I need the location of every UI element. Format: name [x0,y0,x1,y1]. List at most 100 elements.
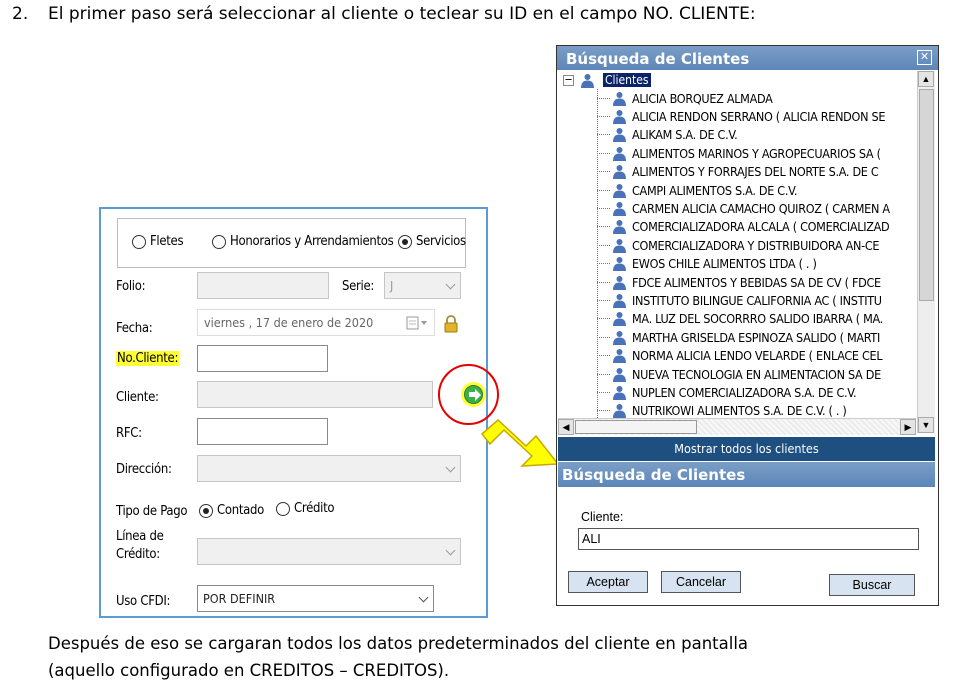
client-tree-item[interactable]: NUEVA TECNOLOGIA EN ALIMENTACION SA DE [597,365,881,383]
client-tree-item[interactable]: INSTITUTO BILINGUE CALIFORNIA AC ( INSTI… [597,291,882,309]
person-icon [613,183,626,198]
client-name: INSTITUTO BILINGUE CALIFORNIA AC ( INSTI… [632,293,882,309]
tree-root[interactable]: − Clientes [562,71,651,89]
collapse-icon[interactable]: − [563,74,574,86]
client-tree-item[interactable]: COMERCIALIZADORA ALCALA ( COMERCIALIZAD [597,218,890,236]
radio-honorarios-label: Honorarios y Arrendamientos [230,234,394,249]
serie-value: J [390,278,394,293]
scroll-thumb[interactable] [919,89,934,301]
client-tree-item[interactable]: ALIMENTOS MARINOS Y AGROPECUARIOS SA ( [597,144,881,162]
show-all-clients-button[interactable]: Mostrar todos los clientes [558,437,935,461]
cliente-field[interactable] [197,381,433,408]
client-name: FDCE ALIMENTOS Y BEBIDAS SA DE CV ( FDCE [632,274,881,290]
tree-connector-h [597,244,610,246]
no-cliente-field[interactable] [197,345,328,372]
accept-button[interactable]: Aceptar [568,571,648,593]
client-name: CARMEN ALICIA CAMACHO QUIROZ ( CARMEN A [632,201,890,217]
lock-icon [444,315,458,333]
radio-servicios[interactable]: Servicios [398,234,466,249]
folio-field[interactable] [197,272,329,299]
client-name: ALICIA BORQUEZ ALMADA [632,90,773,106]
client-name: ALICIA RENDON SERRANO ( ALICIA RENDON SE [632,109,886,125]
client-tree-item[interactable]: FDCE ALIMENTOS Y BEBIDAS SA DE CV ( FDCE [597,273,881,291]
tree-connector-h [597,226,610,228]
tree-connector-h [597,318,610,320]
tree-connector-h [597,171,610,173]
person-icon [613,367,626,382]
client-tree-item[interactable]: ALICIA BORQUEZ ALMADA [597,89,773,107]
linea-credito-label-1: Línea de [116,529,164,544]
client-name: ALIMENTOS Y FORRAJES DEL NORTE S.A. DE C [632,164,879,180]
rfc-field[interactable] [197,418,328,445]
radio-honorarios-circle[interactable] [212,234,226,249]
fecha-picker[interactable]: viernes , 17 de enero de 2020 [197,309,435,336]
horizontal-scrollbar[interactable]: ◀ ▶ [558,418,916,435]
person-icon [613,165,626,180]
person-icon [613,128,626,143]
linea-credito-select[interactable] [197,538,461,565]
radio-contado[interactable]: Contado [199,503,264,518]
no-cliente-label: No.Cliente: [116,351,180,366]
tree-connector-h [597,97,610,99]
client-tree-item[interactable]: EWOS CHILE ALIMENTOS LTDA ( . ) [597,255,817,273]
chevron-down-icon [445,545,456,556]
chevron-down-icon [445,462,456,473]
search-button[interactable]: Buscar [829,574,915,596]
serie-label: Serie: [342,279,375,294]
radio-contado-circle[interactable] [199,503,213,518]
scroll-up-icon[interactable]: ▲ [918,71,934,87]
after-text-line-1: Después de eso se cargaran todos los dat… [48,634,749,653]
client-search-dialog: Búsqueda de Clientes ✕ − Clientes ALICIA… [556,45,939,606]
calendar-icon[interactable] [406,316,428,330]
after-text-line-2: (aquello configurado en CREDITOS – CREDI… [48,661,450,680]
cancel-button[interactable]: Cancelar [661,571,741,593]
linea-credito-label-2: Crédito: [116,547,160,562]
tree-connector-h [597,410,610,412]
client-name: COMERCIALIZADORA ALCALA ( COMERCIALIZAD [632,219,890,235]
radio-honorarios[interactable]: Honorarios y Arrendamientos [212,234,394,249]
tree-connector-h [597,263,610,265]
scroll-right-icon[interactable]: ▶ [900,419,916,435]
scroll-left-icon[interactable]: ◀ [558,419,574,435]
person-icon [613,91,626,106]
invoice-form: Fletes Honorarios y Arrendamientos Servi… [99,207,488,618]
uso-cfdi-select[interactable]: POR DEFINIR [197,585,434,612]
person-icon [613,238,626,253]
search-cliente-label: Cliente: [581,510,624,524]
dialog-title: Búsqueda de Clientes [557,46,938,70]
search-section-title: Búsqueda de Clientes [558,462,935,487]
radio-credito-circle[interactable] [276,501,290,516]
close-icon[interactable]: ✕ [917,50,932,65]
client-tree-item[interactable]: ALICIA RENDON SERRANO ( ALICIA RENDON SE [597,107,885,125]
client-tree-item[interactable]: ALIMENTOS Y FORRAJES DEL NORTE S.A. DE C [597,163,879,181]
client-name: NUEVA TECNOLOGIA EN ALIMENTACION SA DE [632,366,881,382]
client-name: NUPLEN COMERCIALIZADORA S.A. DE C.V. [632,385,857,401]
client-tree-item[interactable]: CARMEN ALICIA CAMACHO QUIROZ ( CARMEN A [597,199,890,217]
scroll-h-thumb[interactable] [575,420,697,434]
client-name: NUTRIKOWI ALIMENTOS S.A. DE C.V. ( . ) [632,403,847,419]
tree-connector-h [597,134,610,136]
radio-fletes-circle[interactable] [132,234,146,249]
client-tree-item[interactable]: NORMA ALICIA LENDO VELARDE ( ENLACE CEL [597,347,883,365]
radio-fletes[interactable]: Fletes [132,234,184,249]
person-icon [613,220,626,235]
step-heading: 2. El primer paso será seleccionar al cli… [12,4,756,24]
search-cliente-input[interactable]: ALI [578,528,919,550]
direccion-select[interactable] [197,455,461,482]
scroll-down-icon[interactable]: ▼ [918,417,934,433]
person-icon [613,404,626,419]
client-tree-item[interactable]: NUPLEN COMERCIALIZADORA S.A. DE C.V. [597,383,857,401]
radio-servicios-circle[interactable] [398,234,412,249]
client-tree-item[interactable]: ALIKAM S.A. DE C.V. [597,126,738,144]
vertical-scrollbar[interactable]: ▲ ▼ [917,71,935,433]
folio-label: Folio: [116,279,146,294]
client-tree-item[interactable]: MARTHA GRISELDA ESPINOZA SALIDO ( MARTI [597,328,880,346]
client-tree-item[interactable]: CAMPI ALIMENTOS S.A. DE C.V. [597,181,797,199]
serie-select[interactable]: J [384,272,461,299]
tree-connector-h [597,355,610,357]
step-text: El primer paso será seleccionar al clien… [48,4,756,24]
client-tree-item[interactable]: COMERCIALIZADORA Y DISTRIBUIDORA AN-CE [597,236,880,254]
radio-fletes-label: Fletes [150,234,184,249]
radio-credito[interactable]: Crédito [276,501,335,516]
client-tree-item[interactable]: MA. LUZ DEL SOCORRRO SALIDO IBARRA ( MA. [597,310,883,328]
